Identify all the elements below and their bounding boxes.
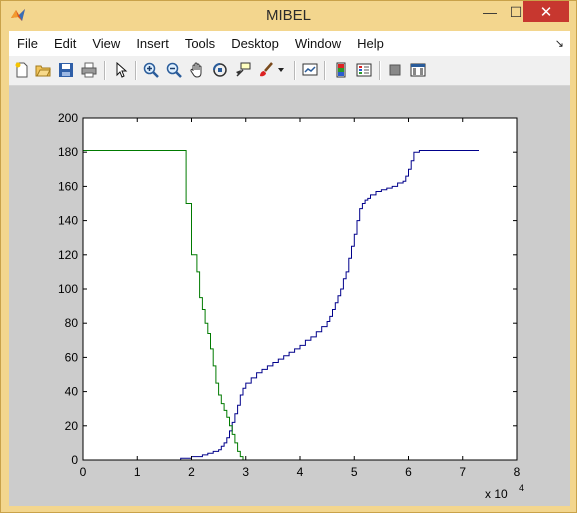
plot-figure: 0 1 2 3 4 5 6 7 8020406080100120140160180200 x 1… — [58, 111, 524, 501]
menu-help[interactable]: Help — [349, 31, 392, 56]
insert-colorbar-icon[interactable] — [332, 61, 350, 79]
zoom-out-icon[interactable] — [165, 61, 183, 79]
menu-tools[interactable]: Tools — [177, 31, 223, 56]
toolbar-separator — [104, 61, 106, 80]
zoom-in-icon[interactable] — [142, 61, 160, 79]
menu-desktop[interactable]: Desktop — [223, 31, 287, 56]
y-tick-label: 20 — [65, 419, 79, 433]
x-tick-label: 0 — [80, 465, 87, 479]
menu-bar: File Edit View Insert Tools Desktop Wind… — [9, 31, 570, 56]
edit-plot-arrow-icon[interactable] — [112, 61, 130, 79]
x-tick-label: 7 — [459, 465, 466, 479]
minimize-button[interactable]: — — [477, 1, 503, 23]
insert-legend-icon[interactable] — [355, 61, 373, 79]
toolbar-separator — [135, 61, 137, 80]
x-tick-label: 2 — [188, 465, 195, 479]
menu-edit[interactable]: Edit — [46, 31, 84, 56]
print-icon[interactable] — [80, 61, 98, 79]
pan-hand-icon[interactable] — [188, 61, 206, 79]
save-icon[interactable] — [57, 61, 75, 79]
show-plot-tools-icon[interactable] — [409, 61, 427, 79]
new-figure-icon[interactable] — [13, 61, 31, 79]
y-tick-label: 80 — [65, 316, 79, 330]
figure-canvas: 0 1 2 3 4 5 6 7 8 0 20 40 60 80 100 120 140 160 180 200 x 1… — [9, 86, 570, 506]
rotate-3d-icon[interactable] — [211, 61, 229, 79]
x-exponent-power: 4 — [519, 483, 524, 493]
menu-window[interactable]: Window — [287, 31, 349, 56]
y-tick-label: 100 — [58, 282, 78, 296]
brush-icon[interactable] — [257, 61, 275, 79]
brush-dropdown-icon[interactable] — [276, 61, 286, 79]
y-tick-label: 200 — [58, 111, 78, 125]
y-tick-label: 160 — [58, 179, 78, 193]
link-plot-icon[interactable] — [301, 61, 319, 79]
y-tick-label: 180 — [58, 145, 78, 159]
hide-plot-tools-icon[interactable] — [386, 61, 404, 79]
axes-background — [83, 118, 517, 460]
x-tick-label: 4 — [297, 465, 304, 479]
data-cursor-icon[interactable] — [234, 61, 252, 79]
x-tick-label: 5 — [351, 465, 358, 479]
x-tick-label: 3 — [242, 465, 249, 479]
menu-view[interactable]: View — [84, 31, 128, 56]
close-button[interactable]: ✕ — [523, 1, 569, 22]
y-tick-label: 0 — [71, 453, 78, 467]
y-tick-label: 60 — [65, 350, 79, 364]
menu-insert[interactable]: Insert — [128, 31, 177, 56]
x-exponent-label: x 10 — [485, 487, 508, 501]
menu-file[interactable]: File — [9, 31, 46, 56]
toolbar-separator — [294, 61, 296, 80]
x-tick-label: 1 — [134, 465, 141, 479]
matlab-figure-window: MIBEL — ☐ ✕ File Edit View Insert Tools … — [0, 0, 577, 513]
dock-arrow-icon[interactable]: ↘ — [555, 37, 564, 50]
x-tick-label: 6 — [405, 465, 412, 479]
y-tick-label: 140 — [58, 214, 78, 228]
toolbar-separator — [324, 61, 326, 80]
y-tick-label: 40 — [65, 385, 79, 399]
toolbar-separator — [379, 61, 381, 80]
figure-toolbar — [9, 56, 570, 86]
y-tick-label: 120 — [58, 248, 78, 262]
title-bar[interactable]: MIBEL — ☐ ✕ — [1, 1, 576, 31]
x-tick-label: 8 — [514, 465, 521, 479]
open-file-icon[interactable] — [34, 61, 52, 79]
